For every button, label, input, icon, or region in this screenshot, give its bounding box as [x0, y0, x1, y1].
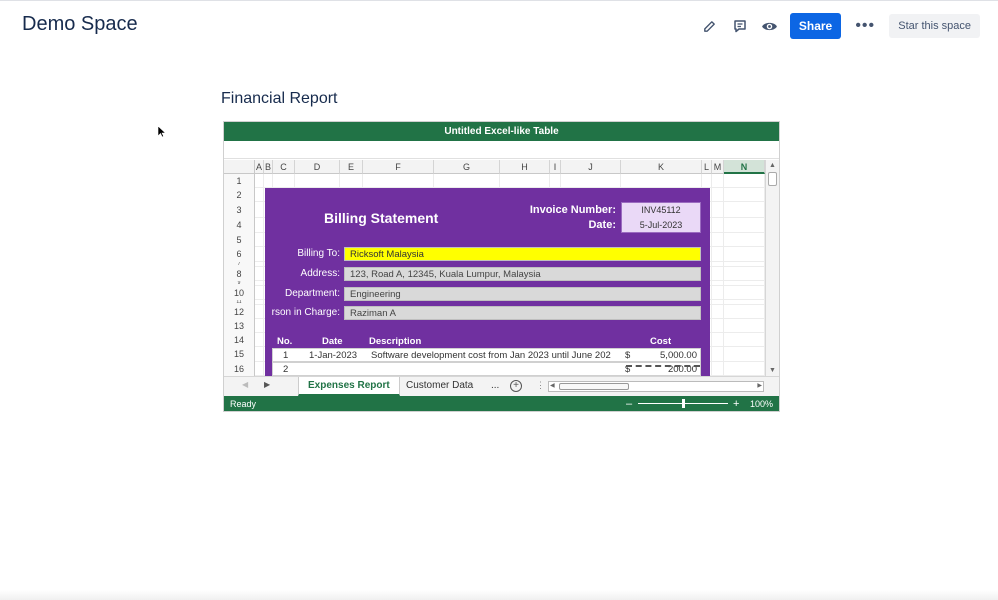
watch-eye-icon[interactable] — [760, 16, 780, 36]
row-description: Software development cost from Jan 2023 … — [371, 350, 611, 361]
department-field[interactable]: Engineering — [344, 287, 701, 301]
column-header-a[interactable]: A — [255, 160, 264, 174]
address-field[interactable]: 123, Road A, 12345, Kuala Lumpur, Malays… — [344, 267, 701, 281]
column-header-d[interactable]: D — [295, 160, 340, 174]
header-actions: Share ••• Star this space — [700, 13, 980, 39]
mouse-cursor-icon — [157, 125, 167, 143]
zoom-in-icon[interactable]: + — [733, 396, 739, 411]
spreadsheet-title: Untitled Excel-like Table — [224, 122, 779, 141]
zoom-out-icon[interactable]: – — [626, 396, 632, 411]
column-header-n[interactable]: N — [724, 160, 765, 174]
column-header-k[interactable]: K — [621, 160, 702, 174]
row-header-2[interactable]: 2 — [224, 188, 255, 202]
column-header-m[interactable]: M — [712, 160, 724, 174]
header-cost: Cost — [650, 336, 672, 347]
billing-to-field[interactable]: Ricksoft Malaysia — [344, 247, 701, 261]
row-header-4[interactable]: 4 — [224, 218, 255, 233]
zoom-level: 100% — [750, 399, 774, 409]
column-header-b[interactable]: B — [264, 160, 273, 174]
row-header-14[interactable]: 14 — [224, 333, 255, 347]
column-header-l[interactable]: L — [702, 160, 712, 174]
billing-to-label: Billing To: — [297, 248, 340, 259]
share-button[interactable]: Share — [789, 13, 842, 39]
row-amount: 5,000.00 — [660, 350, 697, 361]
vertical-scrollbar[interactable]: ▲ ▼ — [765, 160, 779, 376]
column-header-h[interactable]: H — [500, 160, 550, 174]
department-label: Department: — [284, 288, 340, 299]
row-header-13[interactable]: 13 — [224, 319, 255, 333]
select-all-corner[interactable] — [224, 160, 255, 174]
date-label: Date: — [588, 219, 616, 231]
sheet-grid[interactable]: 16 15 14 13 12 11 10 9 8 7 6 5 4 3 2 1 N M L K J I H G F E D C B A Bi… — [224, 160, 765, 376]
column-header-g[interactable]: G — [434, 160, 500, 174]
next-sheet-arrow-icon[interactable]: ▶ — [264, 380, 270, 389]
column-header-i[interactable]: I — [550, 160, 561, 174]
row-header-7[interactable]: 7 — [224, 262, 255, 267]
status-bar: Ready – + 100% — [224, 396, 779, 411]
column-header-c[interactable]: C — [273, 160, 295, 174]
add-sheet-icon[interactable]: + — [510, 380, 522, 392]
confluence-page: Demo Space Share ••• Star this space Fin… — [0, 0, 998, 600]
header-description: Description — [369, 336, 422, 347]
person-in-charge-label: rson in Charge: — [271, 307, 340, 318]
page-title: Financial Report — [221, 90, 338, 107]
row-header-11[interactable]: 11 — [224, 300, 255, 305]
person-in-charge-field[interactable]: Raziman A — [344, 306, 701, 320]
row-header-3[interactable]: 3 — [224, 202, 255, 218]
scroll-down-arrow-icon[interactable]: ▼ — [769, 367, 776, 374]
tab-customer-data[interactable]: Customer Data — [397, 377, 482, 396]
edit-pencil-icon[interactable] — [700, 16, 720, 36]
scroll-up-arrow-icon[interactable]: ▲ — [769, 162, 776, 169]
header-no: No. — [277, 336, 293, 347]
row-header-9[interactable]: 9 — [224, 281, 255, 286]
more-actions-button[interactable]: ••• — [851, 14, 879, 38]
row-header-1[interactable]: 1 — [224, 174, 255, 188]
horizontal-scroll-thumb[interactable] — [559, 383, 629, 390]
invoice-number-value: INV45112 — [641, 205, 681, 215]
row-date: 1-Jan-2023 — [309, 350, 358, 361]
page-bottom-edge — [0, 590, 998, 600]
prev-sheet-arrow-icon[interactable]: ◀ — [242, 380, 248, 389]
invoice-number-label: Invoice Number: — [529, 204, 616, 216]
status-text: Ready — [230, 399, 257, 409]
column-header-j[interactable]: J — [561, 160, 621, 174]
billing-title: Billing Statement — [324, 210, 439, 226]
header-date: Date — [322, 336, 343, 347]
spreadsheet-macro[interactable]: Untitled Excel-like Table 16 15 14 13 12 11 10… — [223, 121, 780, 412]
scroll-right-arrow-icon[interactable]: ▶ — [757, 382, 762, 389]
zoom-slider-knob[interactable] — [682, 399, 685, 408]
column-header-e[interactable]: E — [340, 160, 363, 174]
tab-splitter-icon[interactable]: ⋮ — [536, 380, 545, 391]
scroll-left-arrow-icon[interactable]: ◀ — [550, 382, 555, 389]
star-space-button[interactable]: Star this space — [889, 14, 980, 38]
invoice-box[interactable]: INV45112 5-Jul-2023 — [621, 202, 701, 233]
row-no: 1 — [283, 350, 289, 361]
column-gridline — [723, 174, 724, 376]
row-no: 2 — [283, 364, 289, 375]
more-sheets-button[interactable]: ... — [482, 377, 508, 396]
invoice-date-value: 5-Jul-2023 — [639, 220, 683, 230]
row-header-15[interactable]: 15 — [224, 347, 255, 362]
space-title[interactable]: Demo Space — [22, 13, 138, 36]
table-row[interactable]: 1 1-Jan-2023 Software development cost f… — [272, 348, 701, 362]
tab-expenses-report[interactable]: Expenses Report — [298, 377, 400, 396]
row-header-5[interactable]: 5 — [224, 233, 255, 247]
row-currency: $ — [625, 350, 631, 361]
horizontal-scrollbar[interactable]: ◀ ▶ — [548, 381, 764, 392]
vertical-scroll-thumb[interactable] — [768, 172, 777, 186]
comment-icon[interactable] — [730, 16, 750, 36]
row-header-16[interactable]: 16 — [224, 362, 255, 376]
column-header-f[interactable]: F — [363, 160, 434, 174]
formula-bar[interactable] — [224, 141, 779, 159]
column-gridline — [711, 174, 712, 376]
sheet-tabs-bar: ◀ ▶ Expenses Report Customer Data ... + … — [224, 376, 779, 396]
copy-selection-marquee — [626, 365, 700, 367]
address-label: Address: — [300, 268, 340, 279]
